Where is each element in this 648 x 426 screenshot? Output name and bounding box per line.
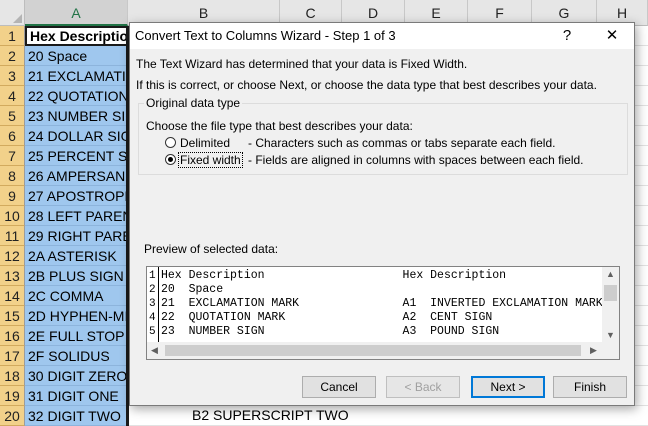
row-header[interactable]: 20 (0, 406, 25, 426)
cell-a[interactable]: 2A ASTERISK (25, 246, 128, 266)
close-button[interactable]: ✕ (589, 23, 635, 49)
row-header[interactable]: 15 (0, 306, 25, 326)
cell-a[interactable]: 2F SOLIDUS (25, 346, 128, 366)
row-header[interactable]: 12 (0, 246, 25, 266)
row-header[interactable]: 3 (0, 66, 25, 86)
cell-a[interactable]: 2D HYPHEN-MIN (25, 306, 128, 326)
scroll-left-arrow-icon[interactable]: ◀ (151, 345, 158, 355)
cell-a1-active[interactable]: Hex Description (25, 26, 128, 46)
row-header[interactable]: 18 (0, 366, 25, 386)
row-header[interactable]: 13 (0, 266, 25, 286)
cell-a[interactable]: 2C COMMA (25, 286, 128, 306)
select-all-corner[interactable] (0, 0, 25, 26)
preview-horizontal-scrollbar[interactable]: ◀ ▶ (147, 342, 603, 359)
cell-a[interactable]: 21 EXCLAMATIO (25, 66, 128, 86)
cell-a[interactable]: 25 PERCENT S (25, 146, 128, 166)
cell-a[interactable]: 26 AMPERSAND (25, 166, 128, 186)
preview-label: Preview of selected data: (144, 242, 279, 256)
row-header[interactable]: 4 (0, 86, 25, 106)
fixed-width-label[interactable]: Fixed width (178, 152, 243, 168)
preview-line-number: 4 (149, 312, 156, 324)
preview-line-number: 3 (149, 298, 156, 310)
preview-line: Hex Description Hex Description (161, 269, 507, 282)
row-header[interactable]: 17 (0, 346, 25, 366)
row-header[interactable]: 19 (0, 386, 25, 406)
cell-a[interactable]: 32 DIGIT TWO (25, 406, 128, 426)
row-header[interactable]: 7 (0, 146, 25, 166)
row-header[interactable]: 11 (0, 226, 25, 246)
row-header[interactable]: 1 (0, 26, 25, 46)
cell-a[interactable]: 24 DOLLAR SIG (25, 126, 128, 146)
cell-a[interactable]: 27 APOSTROPH (25, 186, 128, 206)
row-header[interactable]: 9 (0, 186, 25, 206)
preview-line: 21 EXCLAMATION MARK A1 INVERTED EXCLAMAT… (161, 297, 603, 310)
delimited-label[interactable]: Delimited (180, 136, 230, 150)
cancel-button[interactable]: Cancel (302, 376, 376, 398)
row-header[interactable]: 6 (0, 126, 25, 146)
text-to-columns-dialog: Convert Text to Columns Wizard - Step 1 … (129, 22, 635, 406)
vertical-scroll-thumb[interactable] (604, 285, 617, 301)
radio-selected-dot (168, 157, 173, 162)
preview-line: 22 QUOTATION MARK A2 CENT SIGN (161, 311, 493, 324)
cell-a[interactable]: 2E FULL STOP (25, 326, 128, 346)
cell-a[interactable]: 23 NUMBER SIG (25, 106, 128, 126)
row-header[interactable]: 14 (0, 286, 25, 306)
next-button[interactable]: Next > (471, 376, 545, 398)
preview-line: 20 Space (161, 283, 224, 296)
select-all-triangle-icon (13, 14, 22, 23)
cell-a[interactable]: 28 LEFT PAREN (25, 206, 128, 226)
scroll-up-arrow-icon[interactable]: ▲ (606, 269, 615, 279)
group-label: Original data type (144, 96, 243, 110)
preview-line-number: 5 (149, 326, 156, 338)
dialog-title: Convert Text to Columns Wizard - Step 1 … (135, 28, 396, 43)
scrollbar-corner (602, 342, 619, 359)
delimited-description: - Characters such as commas or tabs sepa… (248, 136, 556, 150)
choose-file-type-label: Choose the file type that best describes… (146, 119, 413, 133)
cell-a[interactable]: 29 RIGHT PARE (25, 226, 128, 246)
cell-b20[interactable]: B2 SUPERSCRIPT TWO (192, 407, 349, 423)
row-header[interactable]: 16 (0, 326, 25, 346)
intro-line-2: If this is correct, or choose Next, or c… (136, 78, 597, 92)
scroll-right-arrow-icon[interactable]: ▶ (590, 345, 597, 355)
finish-button[interactable]: Finish (553, 376, 627, 398)
close-icon: ✕ (605, 27, 619, 44)
row-header[interactable]: 5 (0, 106, 25, 126)
row-header[interactable]: 8 (0, 166, 25, 186)
cell-a[interactable]: 30 DIGIT ZERO (25, 366, 128, 386)
delimited-radio[interactable] (165, 137, 176, 148)
cell-a[interactable]: 31 DIGIT ONE (25, 386, 128, 406)
data-preview[interactable]: 1 Hex Description Hex Description 2 20 Spac… (146, 266, 620, 360)
dialog-titlebar[interactable]: Convert Text to Columns Wizard - Step 1 … (130, 23, 634, 49)
preview-line-number: 2 (149, 284, 156, 296)
row-header[interactable]: 2 (0, 46, 25, 66)
back-button[interactable]: < Back (386, 376, 460, 398)
preview-line-number: 1 (149, 270, 156, 282)
cell-a[interactable]: 20 Space (25, 46, 128, 66)
help-button[interactable]: ? (544, 23, 590, 49)
cell-a[interactable]: 2B PLUS SIGN (25, 266, 128, 286)
intro-line-1: The Text Wizard has determined that your… (136, 57, 468, 71)
preview-line: 23 NUMBER SIGN A3 POUND SIGN (161, 325, 500, 338)
preview-vertical-scrollbar[interactable]: ▲ ▼ (602, 267, 619, 343)
scroll-down-arrow-icon[interactable]: ▼ (606, 330, 615, 340)
cell-a[interactable]: 22 QUOTATION (25, 86, 128, 106)
fixed-width-radio[interactable] (165, 154, 176, 165)
row-header[interactable]: 10 (0, 206, 25, 226)
horizontal-scroll-thumb[interactable] (165, 345, 581, 356)
fixed-width-description: - Fields are aligned in columns with spa… (248, 153, 584, 167)
column-header-a[interactable]: A (25, 0, 128, 26)
